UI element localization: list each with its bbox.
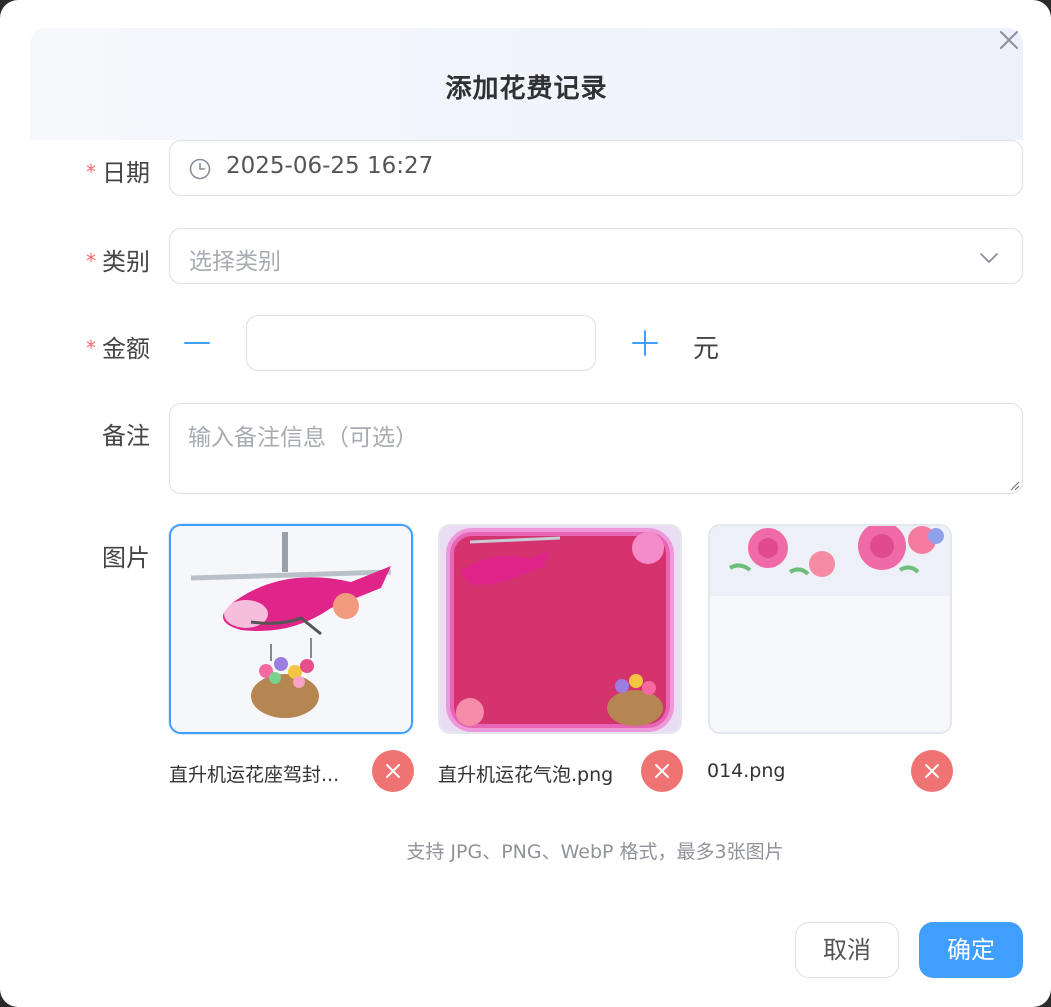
- remove-image-button-3[interactable]: [911, 750, 953, 792]
- decrease-button[interactable]: [177, 323, 217, 363]
- helicopter-flower-image: [171, 526, 411, 732]
- category-select[interactable]: 选择类别: [169, 228, 1023, 284]
- image-thumbnail-1[interactable]: [169, 524, 413, 734]
- image-filename-2: 直升机运花气泡.png: [438, 764, 614, 786]
- dialog-header: 添加花费记录: [30, 28, 1023, 140]
- clock-icon: [189, 158, 211, 180]
- note-placeholder: 输入备注信息（可选）: [188, 425, 418, 451]
- image-filename-3: 014.png: [707, 760, 786, 782]
- confirm-button[interactable]: 确定: [919, 922, 1023, 978]
- close-icon[interactable]: [996, 27, 1022, 53]
- required-mark: *: [86, 249, 96, 273]
- required-mark: *: [86, 160, 96, 184]
- remove-image-button-1[interactable]: [372, 750, 414, 792]
- image-thumbnail-2[interactable]: [438, 524, 682, 734]
- amount-label: * 金额: [86, 335, 150, 363]
- date-label: * 日期: [86, 159, 150, 187]
- close-icon: [925, 764, 939, 778]
- close-icon: [386, 764, 400, 778]
- helicopter-bubble-image: [440, 526, 680, 732]
- category-label: * 类别: [86, 248, 150, 276]
- date-value: 2025-06-25 16:27: [226, 153, 434, 179]
- category-placeholder: 选择类别: [189, 249, 281, 275]
- upload-hint: 支持 JPG、PNG、WebP 格式，最多3张图片: [406, 841, 784, 863]
- image-filename-1: 直升机运花座驾封...: [169, 764, 340, 786]
- amount-input[interactable]: [246, 315, 596, 371]
- chevron-down-icon: [980, 253, 998, 263]
- increase-button[interactable]: [625, 323, 665, 363]
- add-expense-dialog: 添加花费记录 * 日期 2025-06-25 16:27 * 类别 选择类别 * 金额…: [0, 0, 1051, 1007]
- required-mark: *: [86, 336, 96, 360]
- dialog-title: 添加花费记录: [445, 74, 608, 104]
- cancel-button[interactable]: 取消: [795, 922, 899, 978]
- note-label: 备注: [102, 422, 150, 450]
- images-label: 图片: [102, 544, 150, 572]
- rose-border-image: [710, 526, 950, 732]
- close-icon: [655, 764, 669, 778]
- amount-unit: 元: [693, 334, 720, 364]
- resize-handle-icon[interactable]: [1008, 479, 1020, 491]
- note-textarea[interactable]: 输入备注信息（可选）: [169, 403, 1023, 494]
- date-picker[interactable]: 2025-06-25 16:27: [169, 140, 1023, 196]
- image-thumbnail-3[interactable]: [708, 524, 952, 734]
- remove-image-button-2[interactable]: [641, 750, 683, 792]
